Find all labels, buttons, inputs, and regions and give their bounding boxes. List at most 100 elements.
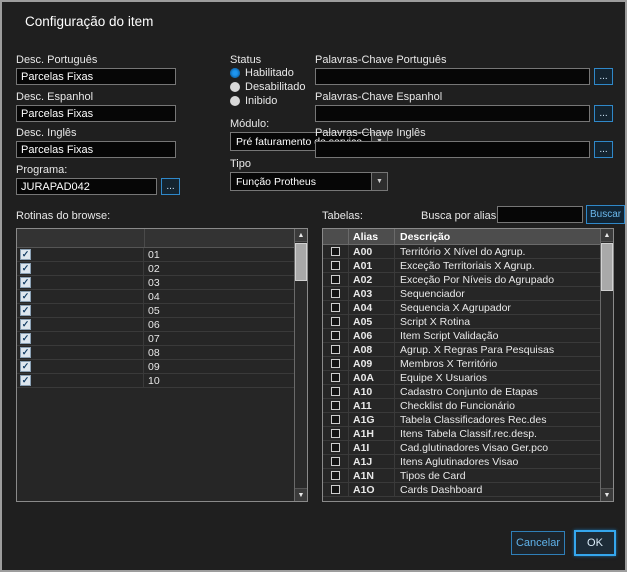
table-row-alias: A00	[349, 245, 395, 258]
radio-icon[interactable]	[230, 95, 240, 106]
palavras-chave-portugues-label: Palavras-Chave Português	[315, 54, 447, 66]
row-checkbox[interactable]	[331, 401, 340, 410]
row-checkbox[interactable]	[331, 443, 340, 452]
scroll-down-icon[interactable]: ▼	[601, 488, 613, 501]
desc-espanhol-input[interactable]	[16, 105, 176, 122]
table-row[interactable]: A0A Equipe X Usuarios	[323, 371, 600, 385]
table-row-alias: A11	[349, 399, 395, 412]
row-checkbox[interactable]	[331, 471, 340, 480]
table-row-alias: A1N	[349, 469, 395, 482]
chevron-down-icon[interactable]: ▼	[371, 173, 387, 190]
palavras-chave-espanhol-input[interactable]	[315, 105, 590, 122]
routine-row[interactable]: ✓ 09	[17, 360, 294, 374]
ok-button[interactable]: OK	[574, 530, 616, 556]
row-checkbox[interactable]	[331, 275, 340, 284]
row-checkbox[interactable]	[331, 289, 340, 298]
table-row[interactable]: A1J Itens Aglutinadores Visao	[323, 455, 600, 469]
table-row[interactable]: A02 Exceção Por Níveis do Agrupado	[323, 273, 600, 287]
routine-row[interactable]: ✓ 06	[17, 318, 294, 332]
row-checkbox[interactable]	[331, 345, 340, 354]
desc-ingles-label: Desc. Inglês	[16, 127, 77, 139]
programa-input[interactable]	[16, 178, 157, 195]
cancelar-button[interactable]: Cancelar	[511, 531, 565, 555]
row-checkbox[interactable]	[331, 415, 340, 424]
row-checkbox[interactable]	[331, 359, 340, 368]
scroll-down-icon[interactable]: ▼	[295, 488, 307, 501]
tables-list-header: Alias Descrição	[323, 229, 600, 245]
status-option[interactable]: Habilitado	[230, 67, 306, 79]
tipo-select[interactable]: Função Protheus ▼	[230, 172, 388, 191]
status-option[interactable]: Desabilitado	[230, 81, 306, 93]
palavras-chave-ingles-browse-button[interactable]: ...	[594, 141, 613, 158]
routine-row[interactable]: ✓ 05	[17, 304, 294, 318]
alias-search-input[interactable]	[497, 206, 583, 223]
row-checkbox[interactable]	[331, 387, 340, 396]
row-checkbox[interactable]	[331, 457, 340, 466]
routine-number: 06	[148, 318, 160, 331]
programa-browse-button[interactable]: ...	[161, 178, 180, 195]
row-checkbox[interactable]	[331, 261, 340, 270]
palavras-chave-portugues-input[interactable]	[315, 68, 590, 85]
table-row[interactable]: A1H Itens Tabela Classif.rec.desp.	[323, 427, 600, 441]
tables-scroll-thumb[interactable]	[601, 243, 613, 291]
routine-row-icon-cell: ✓	[17, 374, 144, 387]
tables-scrollbar[interactable]: ▲ ▼	[600, 229, 613, 501]
radio-selected-icon[interactable]	[230, 67, 240, 78]
table-row-descricao: Cadastro Conjunto de Etapas	[400, 385, 538, 398]
rotinas-do-browse-label: Rotinas do browse:	[16, 210, 111, 222]
row-checkbox[interactable]	[331, 485, 340, 494]
dialog-title: Configuração do item	[25, 14, 154, 29]
table-row-checkbox-cell	[323, 413, 349, 426]
table-row[interactable]: A1G Tabela Classificadores Rec.des	[323, 413, 600, 427]
buscar-button[interactable]: Buscar	[586, 205, 625, 224]
row-checkbox[interactable]	[331, 247, 340, 256]
palavras-chave-espanhol-browse-button[interactable]: ...	[594, 105, 613, 122]
desc-portugues-input[interactable]	[16, 68, 176, 85]
palavras-chave-espanhol-label: Palavras-Chave Espanhol	[315, 91, 443, 103]
scroll-up-icon[interactable]: ▲	[601, 229, 613, 242]
desc-ingles-input[interactable]	[16, 141, 176, 158]
scroll-up-icon[interactable]: ▲	[295, 229, 307, 242]
palavras-chave-portugues-browse-button[interactable]: ...	[594, 68, 613, 85]
routine-row[interactable]: ✓ 02	[17, 262, 294, 276]
radio-icon[interactable]	[230, 81, 240, 92]
table-row[interactable]: A08 Agrup. X Regras Para Pesquisas	[323, 343, 600, 357]
table-row[interactable]: A00 Território X Nível do Agrup.	[323, 245, 600, 259]
tables-list-body: A00 Território X Nível do Agrup. A01 Exceçã…	[323, 245, 600, 501]
routine-row[interactable]: ✓ 07	[17, 332, 294, 346]
row-checkbox[interactable]	[331, 303, 340, 312]
table-row[interactable]: A01 Exceção Territoriais X Agrup.	[323, 259, 600, 273]
routine-row[interactable]: ✓ 01	[17, 248, 294, 262]
table-row[interactable]: A1I Cad.glutinadores Visao Ger.pco	[323, 441, 600, 455]
row-checkbox[interactable]	[331, 317, 340, 326]
table-row[interactable]: A09 Membros X Território	[323, 357, 600, 371]
routines-scroll-thumb[interactable]	[295, 243, 307, 281]
table-row[interactable]: A1O Cards Dashboard	[323, 483, 600, 497]
routines-scrollbar[interactable]: ▲ ▼	[294, 229, 307, 501]
table-row-checkbox-cell	[323, 469, 349, 482]
table-row[interactable]: A1N Tipos de Card	[323, 469, 600, 483]
table-row-alias: A1J	[349, 455, 395, 468]
routine-row-icon-cell: ✓	[17, 276, 144, 289]
table-row[interactable]: A03 Sequenciador	[323, 287, 600, 301]
status-option[interactable]: Inibido	[230, 95, 306, 107]
table-row[interactable]: A10 Cadastro Conjunto de Etapas	[323, 385, 600, 399]
routine-row[interactable]: ✓ 03	[17, 276, 294, 290]
routine-row-icon-cell: ✓	[17, 360, 144, 373]
row-checkbox[interactable]	[331, 429, 340, 438]
table-row[interactable]: A05 Script X Rotina	[323, 315, 600, 329]
routine-row-icon-cell: ✓	[17, 346, 144, 359]
routine-number: 02	[148, 262, 160, 275]
table-row[interactable]: A06 Item Script Validação	[323, 329, 600, 343]
routine-row-icon-cell: ✓	[17, 248, 144, 261]
table-row[interactable]: A11 Checklist do Funcionário	[323, 399, 600, 413]
row-checkbox[interactable]	[331, 331, 340, 340]
table-row[interactable]: A04 Sequencia X Agrupador	[323, 301, 600, 315]
routine-row[interactable]: ✓ 10	[17, 374, 294, 388]
row-checkbox[interactable]	[331, 373, 340, 382]
routine-row[interactable]: ✓ 04	[17, 290, 294, 304]
palavras-chave-ingles-input[interactable]	[315, 141, 590, 158]
routine-row[interactable]: ✓ 08	[17, 346, 294, 360]
table-row-descricao: Itens Tabela Classif.rec.desp.	[400, 427, 537, 440]
table-row-checkbox-cell	[323, 315, 349, 328]
